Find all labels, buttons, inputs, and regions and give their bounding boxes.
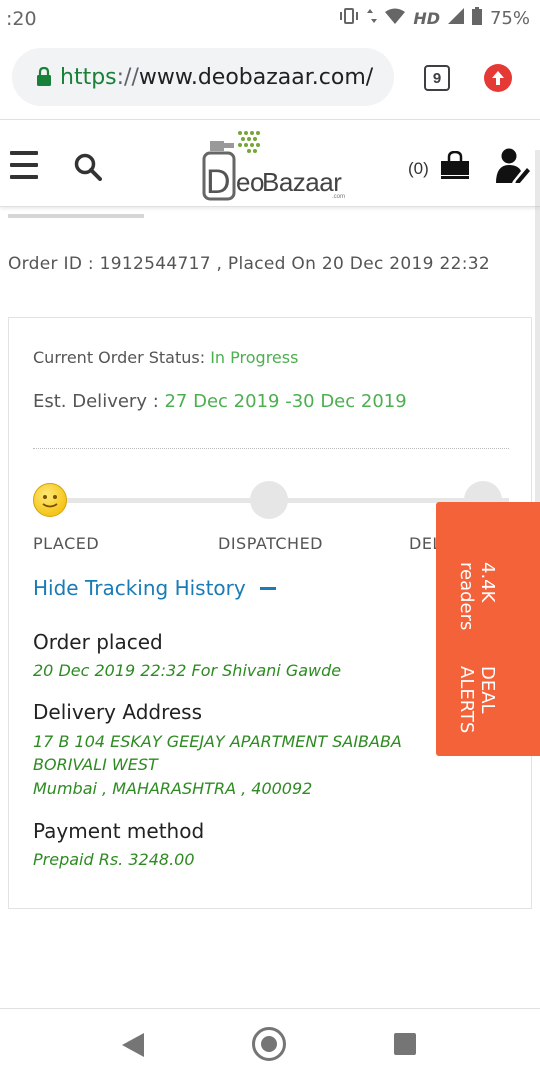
android-nav-bar: [0, 1008, 540, 1080]
delivery-address-line1: 17 B 104 ESKAY GEEJAY APARTMENT SAIBABA: [33, 732, 402, 751]
signal-icon: [447, 8, 464, 29]
delivery-address-heading: Delivery Address: [33, 700, 203, 724]
site-header: D eo Bazaar .com (0): [0, 121, 540, 207]
loading-indicator: [8, 214, 144, 218]
wifi-icon: [385, 8, 406, 29]
order-status-label: Current Order Status:: [33, 348, 211, 367]
url-scheme: https: [60, 64, 117, 90]
network-hd-label: HD: [413, 9, 440, 28]
update-arrow-icon[interactable]: [484, 64, 512, 92]
data-arrows-icon: [367, 7, 378, 30]
order-status-value: In Progress: [210, 348, 299, 367]
address-bar[interactable]: https://www.deobazaar.com/: [12, 48, 394, 106]
lock-icon: [36, 67, 52, 87]
url-separator: ://: [116, 64, 139, 90]
url-host: www.deobazaar.com/: [138, 64, 374, 90]
menu-icon[interactable]: [10, 151, 38, 179]
hide-tracking-history-link[interactable]: Hide Tracking History: [33, 576, 276, 600]
battery-icon: [471, 7, 482, 30]
browser-toolbar: https://www.deobazaar.com/ 9: [0, 38, 540, 120]
vibrate-icon: [339, 7, 359, 30]
shopping-bag-icon[interactable]: [440, 150, 470, 184]
payment-method-detail: Prepaid Rs. 3248.00: [33, 850, 195, 869]
delivery-address-line3: Mumbai , MAHARASHTRA , 400092: [33, 779, 313, 798]
search-icon[interactable]: [74, 153, 102, 186]
android-status-bar: :20 HD 75%: [0, 0, 540, 38]
status-icons: HD 75%: [339, 7, 530, 30]
logo-wordmark-bazaar: Bazaar: [262, 167, 342, 197]
logo-wordmark: D: [206, 163, 231, 201]
deal-alerts-title: DEAL ALERTS: [456, 665, 498, 734]
user-edit-icon[interactable]: [496, 147, 530, 188]
order-placed-detail: 20 Dec 2019 22:32 For Shivani Gawde: [33, 661, 342, 680]
logo-com: .com: [332, 194, 346, 200]
delivery-value: 27 Dec 2019 -30 Dec 2019: [164, 391, 407, 412]
step-label-dispatched: DISPATCHED: [218, 534, 323, 553]
deobazaar-logo[interactable]: D eo Bazaar .com: [200, 127, 360, 205]
dispatched-step-dot: [250, 481, 288, 519]
hide-tracking-history-label: Hide Tracking History: [33, 576, 246, 600]
minus-icon: [259, 586, 276, 590]
deal-alerts-readers: 4.4K readers: [456, 562, 498, 631]
logo-wordmark-eo: eo: [236, 167, 264, 197]
order-placed-heading: Order placed: [33, 630, 163, 654]
divider: [33, 448, 509, 449]
step-label-placed: PLACED: [33, 534, 100, 553]
battery-percent: 75%: [489, 8, 530, 29]
payment-method-heading: Payment method: [33, 819, 205, 843]
delivery-label: Est. Delivery :: [33, 391, 165, 412]
estimated-delivery-row: Est. Delivery : 27 Dec 2019 -30 Dec 2019: [33, 391, 407, 412]
smiley-step-icon: [33, 483, 67, 517]
deal-alerts-tab[interactable]: DEAL ALERTS 4.4K readers: [436, 502, 540, 756]
deal-alerts-text: DEAL ALERTS 4.4K readers: [456, 562, 498, 756]
tab-switcher-button[interactable]: 9: [424, 65, 450, 91]
back-icon[interactable]: [122, 1033, 144, 1057]
delivery-address-line2: BORIVALI WEST: [33, 755, 158, 774]
home-icon[interactable]: [252, 1027, 286, 1061]
order-status-row: Current Order Status: In Progress: [33, 348, 298, 367]
order-summary: Order ID : 1912544717 , Placed On 20 Dec…: [8, 254, 490, 274]
recents-icon[interactable]: [394, 1033, 416, 1055]
url-text[interactable]: https://www.deobazaar.com/: [60, 65, 373, 90]
status-time: :20: [6, 8, 37, 30]
cart-count[interactable]: (0): [408, 159, 429, 179]
